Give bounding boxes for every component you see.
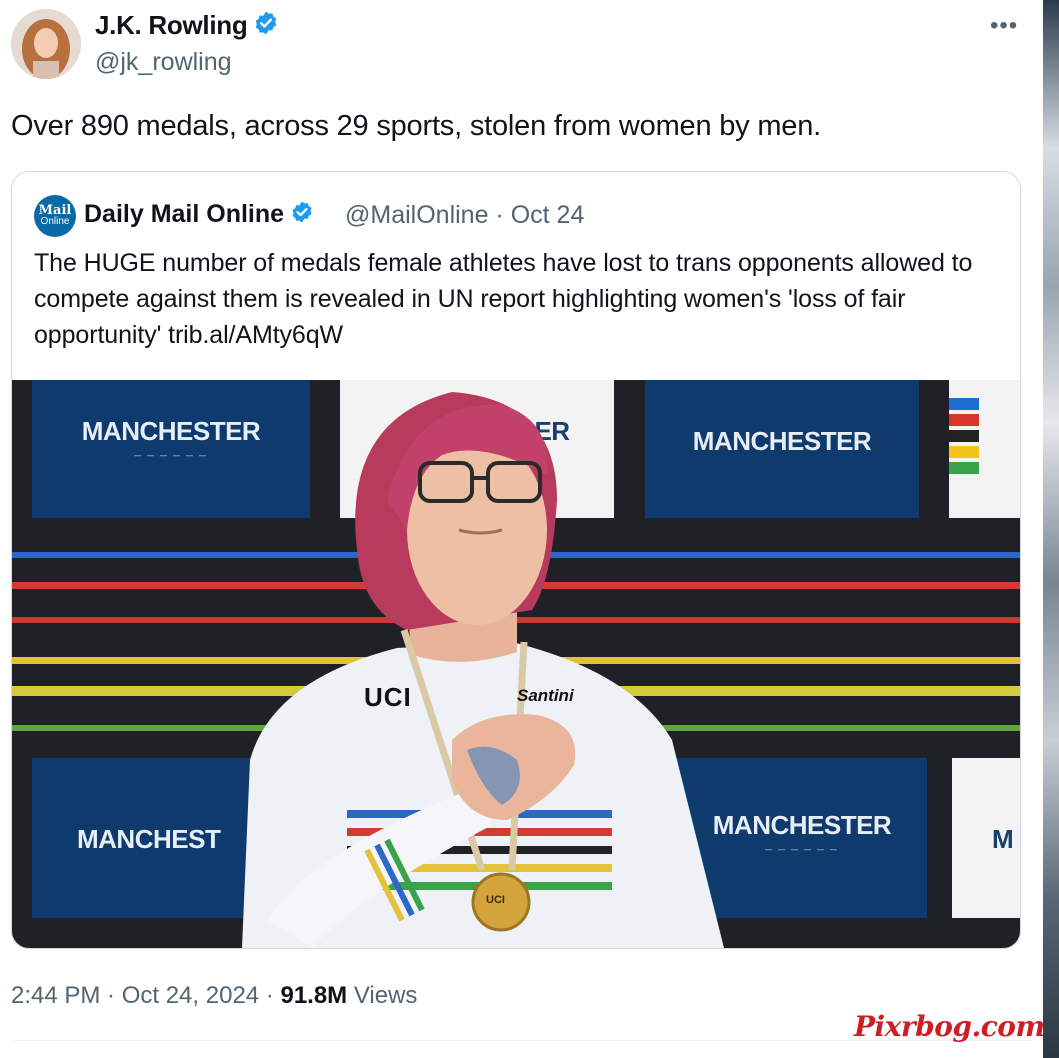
views-label: Views: [347, 982, 418, 1009]
quote-source-handle[interactable]: @MailOnline: [345, 201, 488, 229]
daily-mail-logo-icon: Mail Online: [34, 195, 76, 237]
athlete-figure: [242, 392, 724, 948]
quote-source-name-row[interactable]: Daily Mail Online: [84, 200, 314, 231]
watermark: Pixrbog.com: [854, 1010, 1045, 1043]
avatar-portrait: [11, 9, 81, 79]
medal-uci-text: UCI: [486, 894, 505, 906]
quoted-tweet-card[interactable]: Mail Online Daily Mail Online @MailOnline…: [11, 171, 1021, 949]
quote-photo[interactable]: MANCHESTER — — — — — — ER MANCHESTER MANC…: [12, 380, 1020, 948]
quote-date: · Oct 24: [488, 201, 585, 229]
more-options-icon[interactable]: •••: [990, 12, 1018, 40]
tweet-text: Over 890 medals, across 29 sports, stole…: [11, 110, 822, 142]
author-handle[interactable]: @jk_rowling: [95, 48, 232, 77]
quote-text: The HUGE number of medals female athlete…: [34, 249, 973, 349]
views-count: 91.8M: [280, 982, 348, 1009]
jersey-sponsor-logo: Santini: [517, 686, 574, 705]
background-edge-strip: [1043, 0, 1059, 1058]
verified-badge-icon: [253, 10, 279, 43]
author-name-row[interactable]: J.K. Rowling: [95, 10, 279, 43]
verified-badge-icon: [290, 200, 314, 231]
quote-source-name[interactable]: Daily Mail Online: [84, 200, 284, 228]
author-avatar[interactable]: [11, 9, 81, 79]
jersey-uci-logo: UCI: [364, 682, 412, 712]
author-name[interactable]: J.K. Rowling: [95, 10, 248, 40]
quote-meta: @MailOnline · Oct 24: [345, 201, 584, 230]
tweet-meta: 2:44 PM · Oct 24, 2024 · 91.8M Views: [11, 982, 417, 1010]
tweet-timestamp[interactable]: 2:44 PM · Oct 24, 2024 ·: [11, 982, 280, 1009]
